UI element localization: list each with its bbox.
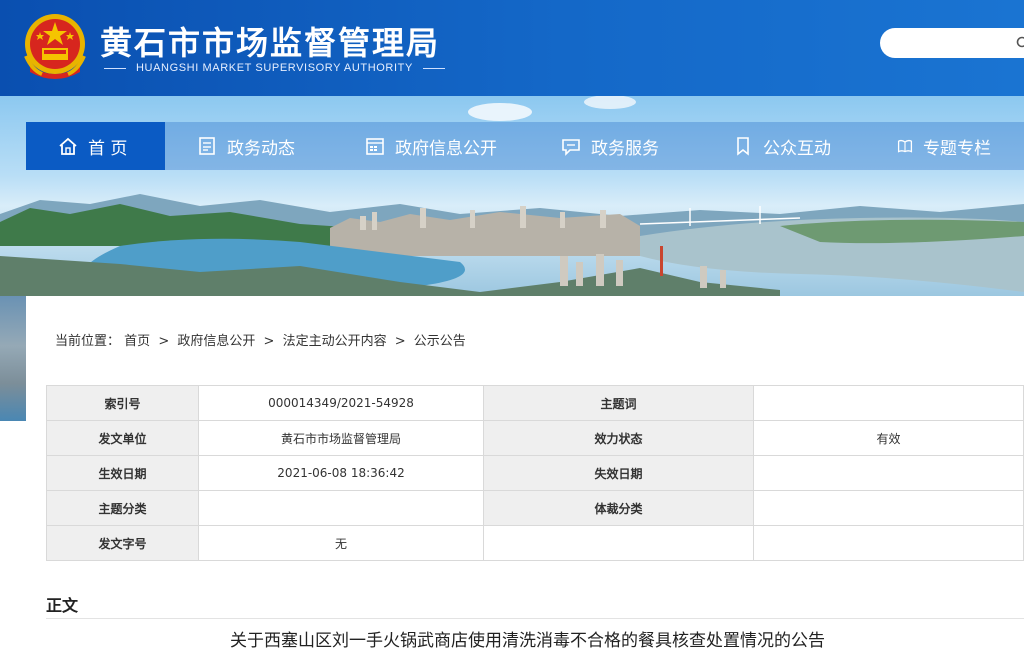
- empty-cell: [753, 525, 1024, 561]
- label-validity-status: 效力状态: [483, 420, 754, 456]
- site-title: 黄石市市场监督管理局: [100, 24, 441, 62]
- subtitle-divider: [422, 67, 445, 69]
- breadcrumb-link-statutory-content[interactable]: 法定主动公开内容: [283, 334, 387, 349]
- value-subject-category: [198, 490, 485, 526]
- value-genre-category: [753, 490, 1024, 526]
- breadcrumb-link-announcements[interactable]: 公示公告: [414, 334, 466, 349]
- site-subtitle-text: HUANGSHI MARKET SUPERVISORY AUTHORITY: [136, 62, 413, 74]
- value-keywords: [753, 385, 1024, 421]
- breadcrumb-separator: >: [158, 334, 170, 349]
- nav-label-topics: 专题专栏: [923, 138, 991, 159]
- nav-label-home: 首 页: [88, 138, 128, 159]
- value-effective-date: 2021-06-08 18:36:42: [198, 455, 485, 491]
- bookmark-icon: [737, 137, 749, 156]
- label-issuer: 发文单位: [45, 420, 200, 456]
- document-title: 关于西塞山区刘一手火锅武商店使用清洗消毒不合格的餐具核查处置情况的公告: [230, 631, 825, 651]
- table-row: 索引号 000014349/2021-54928 主题词: [45, 385, 1024, 421]
- nav-item-interaction[interactable]: 公众互动: [707, 122, 873, 170]
- nav-item-news[interactable]: 政务动态: [165, 122, 335, 170]
- breadcrumb-link-home[interactable]: 首页: [124, 334, 150, 349]
- label-effective-date: 生效日期: [45, 455, 200, 491]
- main-nav: 首 页 政务动态 政府信息公开 政务服务 公众互动 专题专栏: [26, 122, 1013, 170]
- chat-icon: [562, 139, 580, 156]
- value-validity-status: 有效: [753, 420, 1024, 456]
- label-document-number: 发文字号: [45, 525, 200, 561]
- breadcrumb-separator: >: [394, 334, 406, 349]
- breadcrumb-prefix: 当前位置：: [55, 334, 121, 349]
- document-icon: [199, 137, 215, 155]
- nav-label-info-disclosure: 政府信息公开: [395, 138, 497, 159]
- search-icon[interactable]: [1016, 36, 1024, 50]
- value-expiry-date: [753, 455, 1024, 491]
- value-document-number: 无: [198, 525, 485, 561]
- label-index-no: 索引号: [45, 385, 200, 421]
- side-background-image: [0, 296, 26, 421]
- site-subtitle: HUANGSHI MARKET SUPERVISORY AUTHORITY: [104, 62, 445, 74]
- table-row: 主题分类 体裁分类: [45, 490, 1024, 526]
- label-expiry-date: 失效日期: [483, 455, 754, 491]
- nav-item-info-disclosure[interactable]: 政府信息公开: [335, 122, 535, 170]
- nav-label-interaction: 公众互动: [763, 138, 831, 159]
- nav-item-services[interactable]: 政务服务: [535, 122, 707, 170]
- breadcrumb-separator: >: [263, 334, 275, 349]
- nav-item-topics[interactable]: 专题专栏: [873, 122, 1013, 170]
- book-icon: [897, 139, 913, 153]
- search-input[interactable]: [880, 28, 1024, 58]
- main-content: 当前位置： 首页 > 政府信息公开 > 法定主动公开内容 > 公示公告 索引号 …: [26, 296, 1024, 651]
- table-row: 生效日期 2021-06-08 18:36:42 失效日期: [45, 455, 1024, 491]
- nav-label-services: 政务服务: [591, 138, 659, 159]
- subtitle-divider: [104, 67, 126, 69]
- breadcrumb: 当前位置： 首页 > 政府信息公开 > 法定主动公开内容 > 公示公告: [55, 330, 470, 349]
- home-icon: [59, 137, 77, 155]
- label-keywords: 主题词: [483, 385, 754, 421]
- nav-item-home[interactable]: 首 页: [26, 122, 165, 170]
- value-index-no: 000014349/2021-54928: [198, 385, 485, 421]
- empty-cell: [483, 525, 754, 561]
- table-row: 发文字号 无: [45, 525, 1024, 561]
- breadcrumb-link-info-disclosure[interactable]: 政府信息公开: [177, 334, 255, 349]
- section-divider: [46, 618, 1024, 619]
- site-header: 黄石市市场监督管理局 HUANGSHI MARKET SUPERVISORY A…: [0, 0, 1024, 96]
- nav-label-news: 政务动态: [227, 138, 295, 159]
- document-info-table: 索引号 000014349/2021-54928 主题词 发文单位 黄石市市场监…: [45, 385, 1024, 561]
- table-row: 发文单位 黄石市市场监督管理局 效力状态 有效: [45, 420, 1024, 456]
- body-section-title: 正文: [46, 596, 79, 615]
- value-issuer: 黄石市市场监督管理局: [198, 420, 485, 456]
- label-genre-category: 体裁分类: [483, 490, 754, 526]
- calendar-icon: [366, 138, 384, 155]
- label-subject-category: 主题分类: [45, 490, 200, 526]
- national-emblem-icon: [24, 14, 86, 79]
